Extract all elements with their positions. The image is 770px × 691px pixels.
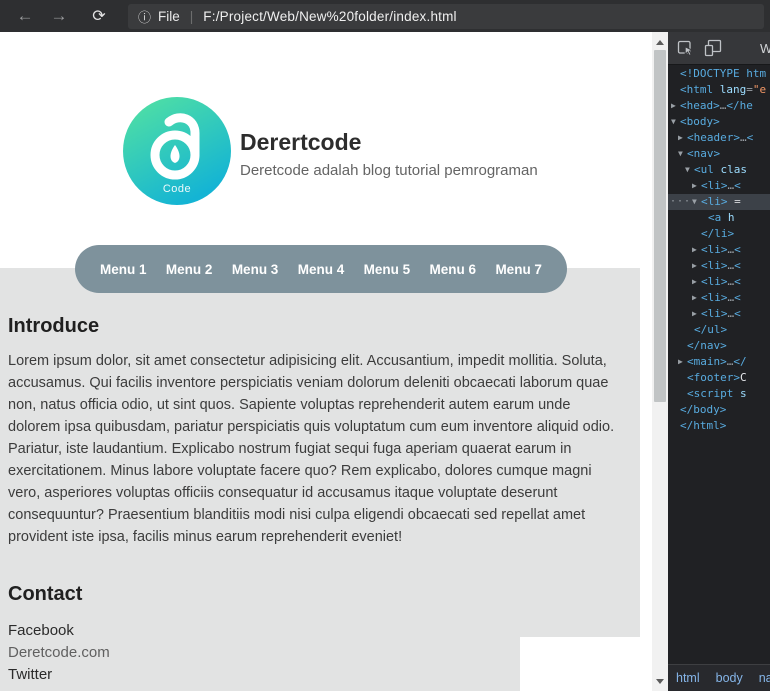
collapse-arrow-icon[interactable]: ▼ <box>685 162 690 178</box>
device-toolbar-icon[interactable] <box>704 39 722 57</box>
menu-item-2[interactable]: Menu 2 <box>166 262 213 277</box>
dom-tree-row[interactable]: <a h <box>668 210 770 226</box>
dom-tree-row[interactable]: </body> <box>668 402 770 418</box>
dom-tree-row[interactable]: ▶ <li>…< <box>668 306 770 322</box>
logo-caption: Code <box>163 183 191 195</box>
browser-window: ← → ⟳ ⓘ File | F:/Project/Web/New%20fold… <box>0 0 770 691</box>
dom-tree-row[interactable]: ▼ <nav> <box>668 146 770 162</box>
dom-tree-row[interactable]: ▶ <main>…</ <box>668 354 770 370</box>
site-title: Derertcode <box>240 129 362 155</box>
collapse-arrow-icon[interactable]: ▼ <box>678 146 683 162</box>
dom-tree-row[interactable]: ▼ <body> <box>668 114 770 130</box>
menu-item-5[interactable]: Menu 5 <box>364 262 411 277</box>
dom-tree-row[interactable]: ▶ <header>…< <box>668 130 770 146</box>
selected-row-dots-icon[interactable]: ··· <box>670 194 691 210</box>
expand-arrow-icon[interactable]: ▶ <box>678 130 683 146</box>
forward-button-icon[interactable]: → <box>42 6 76 26</box>
address-separator: | <box>189 8 194 24</box>
scroll-up-arrow-icon[interactable] <box>652 34 668 50</box>
devtools-panel: Welcome <!DOCTYPE htm<html lang="e▶<head… <box>668 32 770 691</box>
dom-tree-row[interactable]: <footer>C <box>668 370 770 386</box>
expand-arrow-icon[interactable]: ▶ <box>692 306 697 322</box>
expand-arrow-icon[interactable]: ▶ <box>692 290 697 306</box>
page-scrollbar[interactable] <box>652 32 668 691</box>
dom-tree-row[interactable]: ▼ <ul clas <box>668 162 770 178</box>
dom-tree-row[interactable]: ▶ <li>…< <box>668 178 770 194</box>
breadcrumb-item-body[interactable]: body <box>716 671 743 685</box>
devtools-tab-welcome[interactable]: Welcome <box>760 41 770 56</box>
expand-arrow-icon[interactable]: ▶ <box>678 354 683 370</box>
dom-tree: <!DOCTYPE htm <html lang="e ▶ <head>…</he ▼ <… <box>668 66 770 434</box>
devtools-breadcrumb: html body nav <box>668 664 770 691</box>
dom-tree-row[interactable]: <html lang="e <box>668 82 770 98</box>
dom-tree-row[interactable]: ▶ <li>…< <box>668 274 770 290</box>
info-icon[interactable]: ⓘ <box>138 7 151 26</box>
expand-arrow-icon[interactable]: ▶ <box>671 98 676 114</box>
dom-tree-row[interactable]: </ul> <box>668 322 770 338</box>
back-button-icon[interactable]: ← <box>8 6 42 26</box>
expand-arrow-icon[interactable]: ▶ <box>692 242 697 258</box>
address-bar[interactable]: ⓘ File | F:/Project/Web/New%20folder/ind… <box>128 3 764 29</box>
page-viewport: Code Derertcode Deretcode adalah blog tu… <box>0 32 652 691</box>
dom-tree-row[interactable]: ▶ <head>…</he <box>668 98 770 114</box>
menu-item-6[interactable]: Menu 6 <box>430 262 477 277</box>
menu-item-3[interactable]: Menu 3 <box>232 262 279 277</box>
breadcrumb-item-html[interactable]: html <box>676 671 700 685</box>
dom-tree-row[interactable]: <!DOCTYPE htm <box>668 66 770 82</box>
inspect-element-icon[interactable] <box>677 39 695 57</box>
breadcrumb-item-nav[interactable]: nav <box>759 671 770 685</box>
contact-link-twitter[interactable]: Twitter <box>8 664 110 686</box>
collapse-arrow-icon[interactable]: ▼ <box>692 194 697 210</box>
scroll-down-arrow-icon[interactable] <box>652 673 668 689</box>
file-scheme-label: File <box>158 8 180 24</box>
contact-links: Facebook Deretcode.com Twitter <box>8 620 110 686</box>
introduce-paragraph: Lorem ipsum dolor, sit amet consectetur … <box>8 353 615 545</box>
collapse-arrow-icon[interactable]: ▼ <box>671 114 676 130</box>
contact-link-facebook[interactable]: Facebook <box>8 620 110 642</box>
expand-arrow-icon[interactable]: ▶ <box>692 178 697 194</box>
dom-tree-row[interactable]: </nav> <box>668 338 770 354</box>
expand-arrow-icon[interactable]: ▶ <box>692 274 697 290</box>
contact-heading: Contact <box>8 583 83 605</box>
dom-tree-row[interactable]: ▶ <li>…< <box>668 290 770 306</box>
introduce-heading: Introduce <box>8 315 100 337</box>
site-subtitle: Deretcode adalah blog tutorial pemrogram… <box>240 162 538 179</box>
menu-item-4[interactable]: Menu 4 <box>298 262 345 277</box>
dom-tree-row[interactable]: ▶ <li>…< <box>668 258 770 274</box>
scrollbar-thumb[interactable] <box>654 50 666 402</box>
browser-toolbar: ← → ⟳ ⓘ File | F:/Project/Web/New%20fold… <box>0 0 770 32</box>
dom-tree-row[interactable]: ▶ <li>…< <box>668 242 770 258</box>
expand-arrow-icon[interactable]: ▶ <box>692 258 697 274</box>
address-url[interactable]: F:/Project/Web/New%20folder/index.html <box>203 9 456 24</box>
reload-button-icon[interactable]: ⟳ <box>84 6 114 26</box>
site-logo: Code <box>123 97 231 205</box>
dom-tree-row[interactable]: </html> <box>668 418 770 434</box>
main-navigation: Menu 1 Menu 2 Menu 3 Menu 4 Menu 5 Menu 6 Menu… <box>75 245 567 293</box>
dom-tree-row[interactable]: <script s <box>668 386 770 402</box>
devtools-toolbar: Welcome <box>668 32 770 65</box>
menu-item-1[interactable]: Menu 1 <box>100 262 147 277</box>
dom-tree-row[interactable]: ··· ▼ <li> = <box>668 194 770 210</box>
dom-tree-row[interactable]: </li> <box>668 226 770 242</box>
menu-item-7[interactable]: Menu 7 <box>495 262 542 277</box>
contact-link-deretcode-com[interactable]: Deretcode.com <box>8 642 110 664</box>
